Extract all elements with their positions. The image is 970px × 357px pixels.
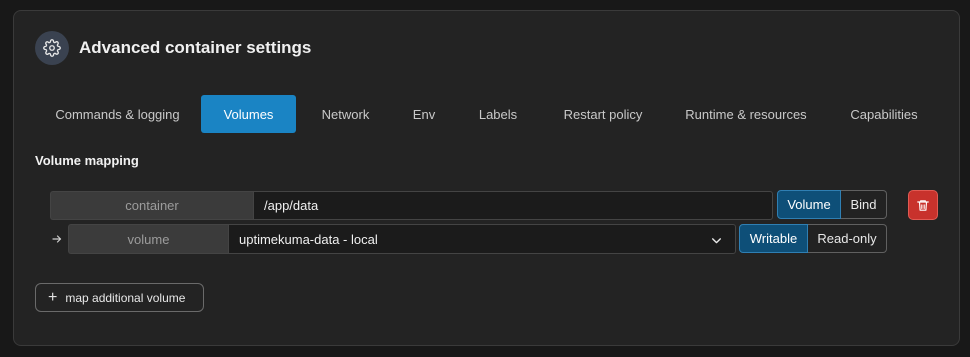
tab-network[interactable]: Network xyxy=(298,95,393,133)
chevron-down-icon xyxy=(712,238,721,244)
volume-select-value: uptimekuma-data - local xyxy=(239,231,378,247)
tab-commands-logging[interactable]: Commands & logging xyxy=(35,95,200,133)
volume-select-group: volume uptimekuma-data - local xyxy=(68,224,736,254)
container-path-input[interactable]: /app/data xyxy=(253,191,773,220)
delete-mapping-button[interactable] xyxy=(908,190,938,220)
volume-addon-label: volume xyxy=(68,224,228,254)
arrow-right-icon xyxy=(50,229,64,249)
access-mode-toggle: Writable Read-only xyxy=(739,224,887,253)
tab-restart-policy[interactable]: Restart policy xyxy=(541,95,665,133)
container-addon-label: container xyxy=(50,191,253,220)
advanced-settings-panel: Advanced container settings Commands & l… xyxy=(13,10,960,346)
plus-icon: + xyxy=(48,288,58,306)
container-path-group: container /app/data xyxy=(50,191,773,220)
section-title: Volume mapping xyxy=(35,153,139,168)
map-additional-volume-button[interactable]: + map additional volume xyxy=(35,283,204,312)
volume-select[interactable]: uptimekuma-data - local xyxy=(228,224,736,254)
tab-runtime-resources[interactable]: Runtime & resources xyxy=(673,95,819,133)
add-button-label: map additional volume xyxy=(65,290,186,305)
tab-env[interactable]: Env xyxy=(395,95,453,133)
tab-labels[interactable]: Labels xyxy=(460,95,536,133)
tab-capabilities[interactable]: Capabilities xyxy=(829,95,939,133)
gear-icon xyxy=(35,31,69,65)
volume-type-toggle: Volume Bind xyxy=(777,190,887,219)
trash-icon xyxy=(917,199,929,211)
tab-volumes[interactable]: Volumes xyxy=(201,95,296,133)
panel-header: Advanced container settings xyxy=(35,31,311,65)
bind-type-button[interactable]: Bind xyxy=(841,190,887,219)
writable-button[interactable]: Writable xyxy=(739,224,808,253)
page-title: Advanced container settings xyxy=(79,38,312,57)
read-only-button[interactable]: Read-only xyxy=(808,224,887,253)
volume-type-button[interactable]: Volume xyxy=(777,190,841,219)
